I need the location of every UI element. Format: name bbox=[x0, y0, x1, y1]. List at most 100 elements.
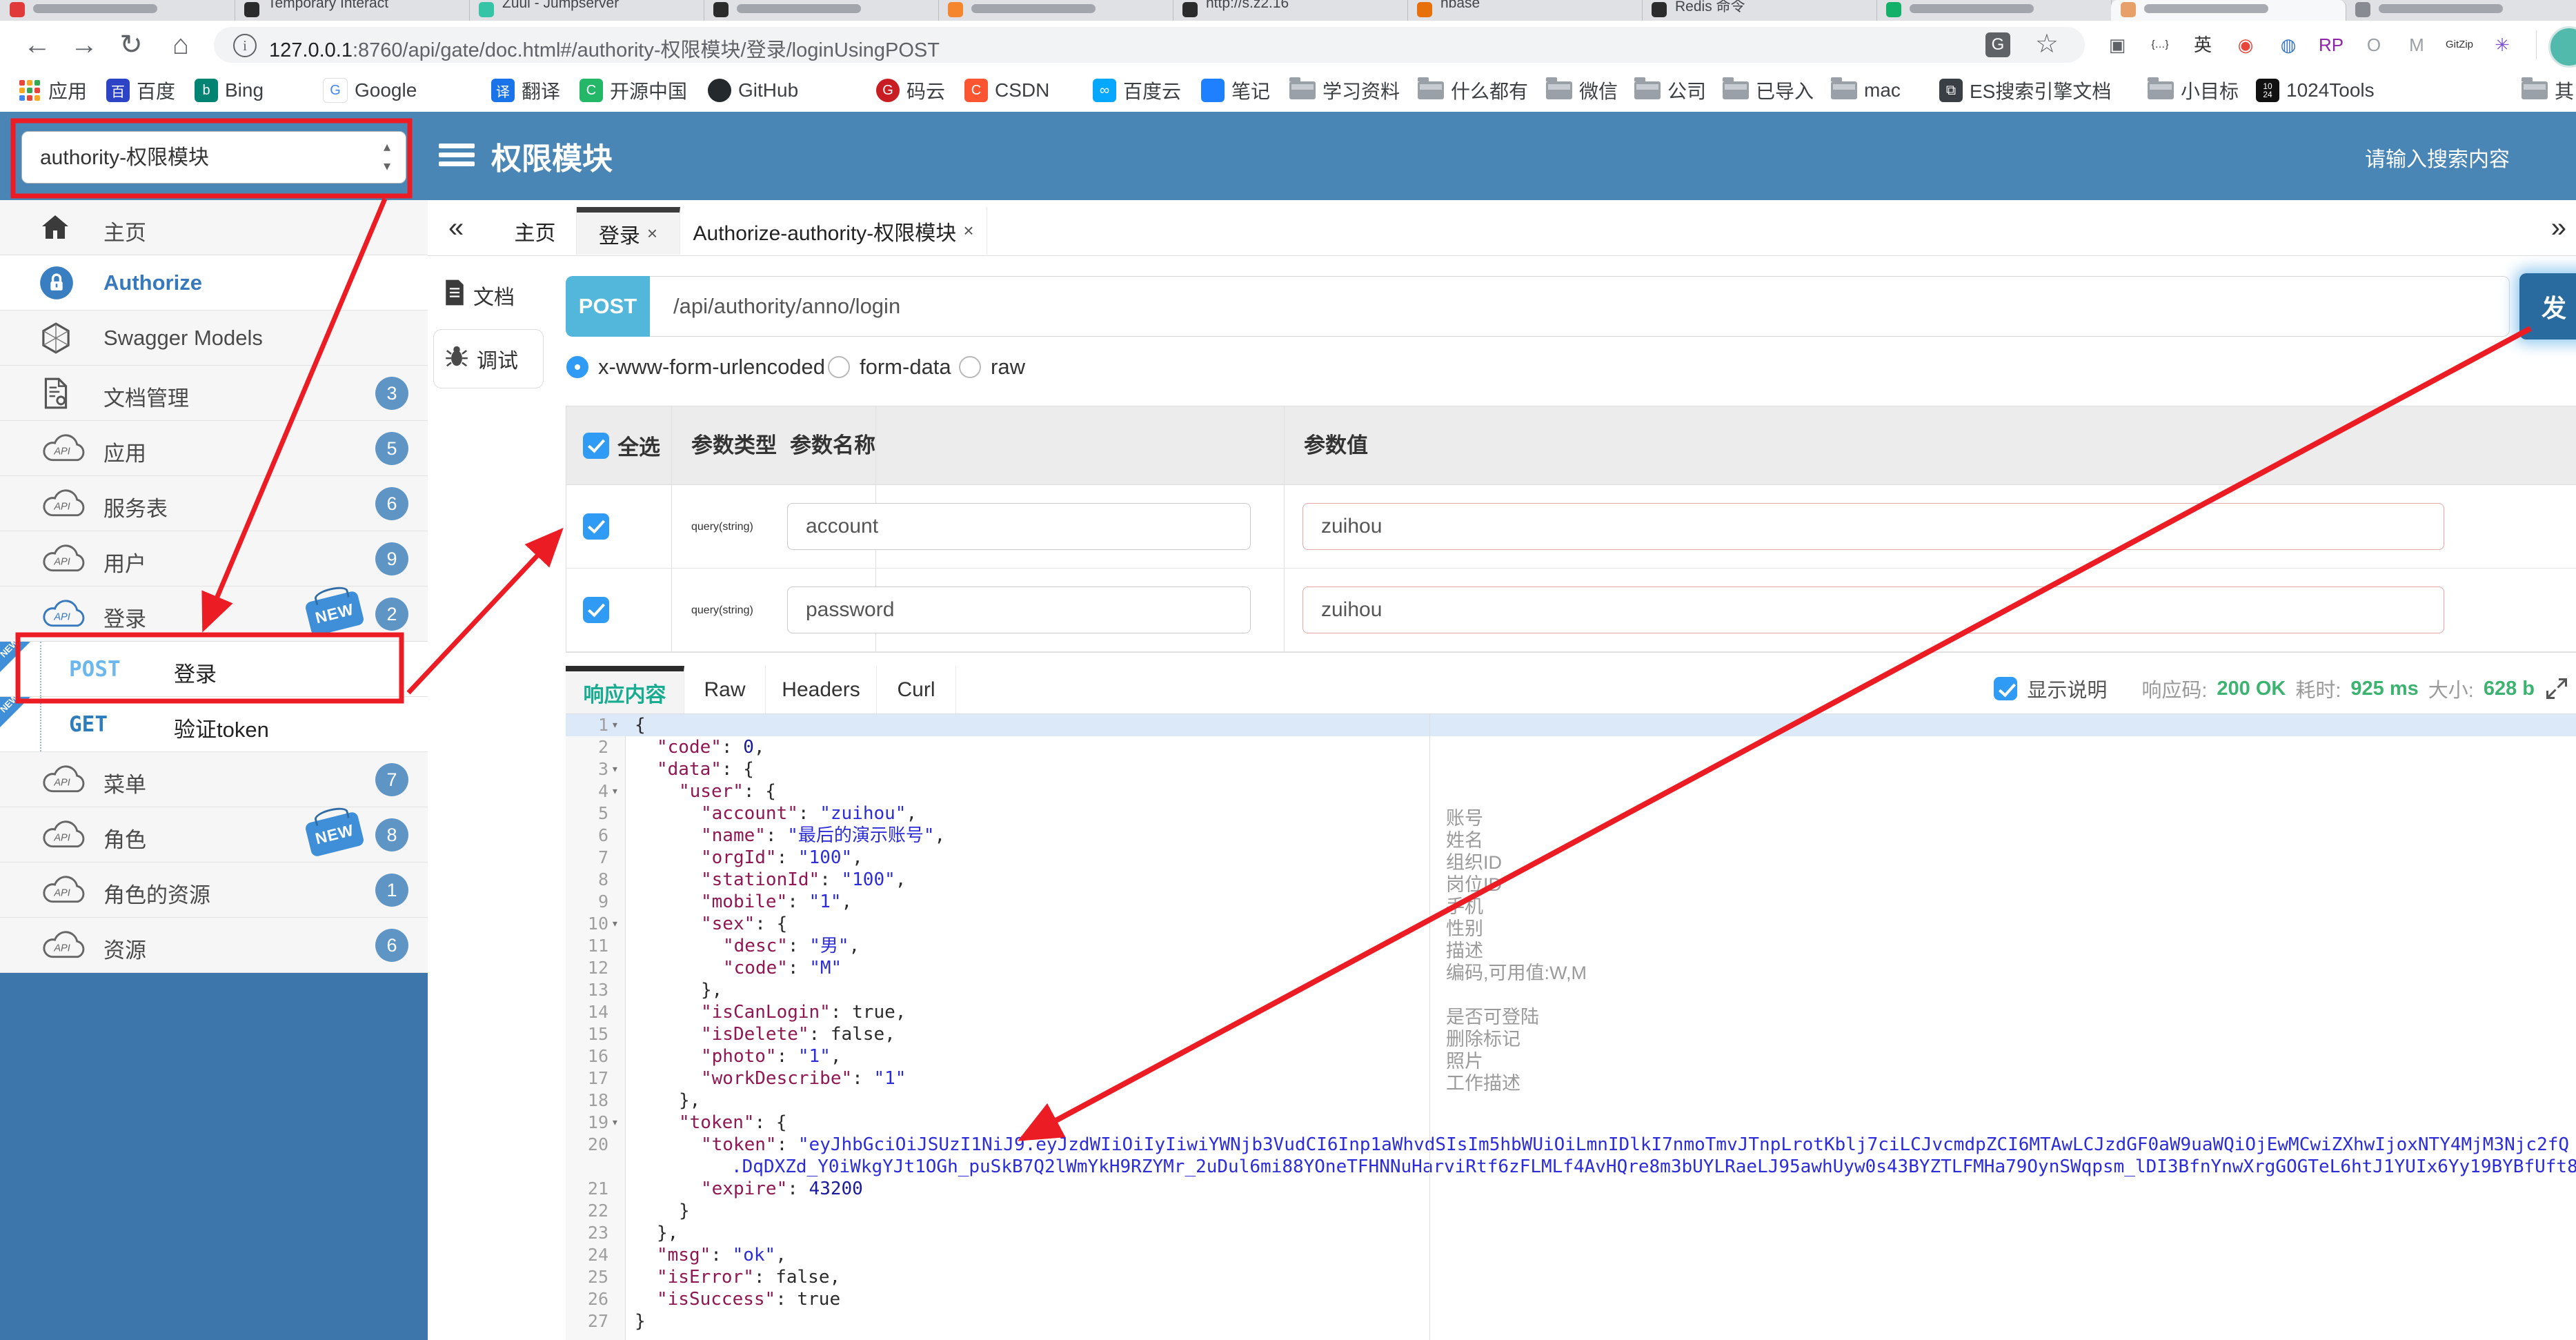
close-icon[interactable]: × bbox=[963, 220, 973, 242]
bookmark-item[interactable]: C 开源中国 bbox=[579, 76, 687, 105]
extension-icon[interactable]: ✳ bbox=[2486, 30, 2518, 59]
sidebar-item[interactable]: API 用户 9 bbox=[0, 531, 428, 587]
send-button[interactable]: 发 bbox=[2519, 273, 2576, 339]
param-value-input[interactable] bbox=[1302, 503, 2444, 550]
extension-icon[interactable]: {…} bbox=[2144, 30, 2176, 59]
header-search-placeholder[interactable]: 请输入搜索内容 bbox=[2365, 142, 2510, 173]
radio-icon[interactable] bbox=[828, 356, 850, 378]
extension-icon[interactable]: O bbox=[2358, 30, 2390, 59]
content-type-option[interactable]: raw bbox=[959, 355, 1025, 380]
show-desc-checkbox[interactable] bbox=[1994, 677, 2018, 700]
bookmark-item[interactable]: 百百度 bbox=[106, 76, 175, 105]
sidebar-item[interactable]: Authorize bbox=[0, 255, 428, 311]
bookmark-item[interactable]: ⧉ ES搜索引擎文档 bbox=[1939, 76, 2111, 105]
bookmark-item[interactable]: 微信 bbox=[1546, 76, 1618, 105]
sidebar-item[interactable]: API 应用 5 bbox=[0, 421, 428, 476]
bookmark-item[interactable]: 应用 bbox=[18, 76, 87, 105]
bookmark-item[interactable]: 已导入 bbox=[1723, 76, 1814, 105]
browser-tab[interactable] bbox=[2111, 0, 2346, 21]
radio-icon[interactable] bbox=[566, 356, 588, 378]
extension-icon[interactable]: GitZip bbox=[2444, 30, 2475, 59]
response-tab[interactable]: Raw bbox=[684, 666, 766, 713]
extension-icon[interactable]: RP bbox=[2315, 30, 2347, 59]
browser-tab[interactable]: hbase bbox=[1407, 0, 1643, 21]
fold-arrow-icon[interactable]: ▾ bbox=[611, 913, 619, 935]
fullscreen-icon[interactable] bbox=[2544, 676, 2569, 701]
sidebar-item[interactable]: API 登录 NEW 2 bbox=[0, 587, 428, 642]
browser-tab[interactable] bbox=[2346, 0, 2576, 21]
content-type-option[interactable]: form-data bbox=[828, 355, 951, 380]
doc-rail-tab-debug[interactable]: 调试 bbox=[433, 329, 544, 388]
browser-tab[interactable] bbox=[938, 0, 1173, 21]
param-name-input[interactable] bbox=[787, 587, 1251, 633]
extension-icon[interactable]: ◍ bbox=[2272, 30, 2304, 59]
browser-tab[interactable]: Temporary Interact bbox=[235, 0, 470, 21]
sidebar-item[interactable]: API 菜单 7 bbox=[0, 752, 428, 807]
sidebar-endpoint-post[interactable]: NEW POST 登录 bbox=[0, 637, 428, 697]
param-value-input[interactable] bbox=[1302, 587, 2444, 633]
radio-icon[interactable] bbox=[959, 356, 981, 378]
browser-tab[interactable]: http://s.z2.16 bbox=[1173, 0, 1408, 21]
fold-arrow-icon[interactable]: ▾ bbox=[611, 714, 619, 736]
sidebar-item[interactable]: API 角色的资源 1 bbox=[0, 863, 428, 918]
browser-tab[interactable]: Zuul - Jumpserver bbox=[469, 0, 704, 21]
site-info-icon[interactable]: i bbox=[233, 34, 257, 57]
sidebar-item[interactable]: API 资源 6 bbox=[0, 918, 428, 973]
back-button[interactable]: ← bbox=[19, 28, 55, 62]
bookmark-item[interactable]: ∞ 百度云 bbox=[1093, 76, 1181, 105]
translate-page-icon[interactable]: G bbox=[1985, 32, 2010, 57]
url-bar[interactable]: i 127.0.0.1:8760/api/gate/doc.html#/auth… bbox=[214, 27, 2085, 63]
module-select[interactable]: authority-权限模块 ▴ ▾ bbox=[21, 131, 406, 184]
home-button[interactable]: ⌂ bbox=[163, 28, 199, 62]
tab-overflow-button[interactable]: » bbox=[2551, 213, 2566, 244]
sidebar-item[interactable]: 主页 bbox=[0, 200, 428, 255]
param-checkbox[interactable] bbox=[583, 597, 609, 623]
bookmark-star-icon[interactable]: ☆ bbox=[2035, 28, 2059, 59]
browser-tab[interactable] bbox=[0, 0, 235, 21]
bookmark-item[interactable]: G Google bbox=[323, 76, 417, 105]
bookmark-item[interactable]: b Bing bbox=[195, 76, 264, 105]
response-tab[interactable]: Curl bbox=[877, 666, 956, 713]
bookmark-item[interactable]: 小目标 bbox=[2148, 76, 2239, 105]
bookmark-overflow[interactable]: 其 bbox=[2521, 76, 2574, 105]
sidebar-item[interactable]: 文档管理 3 bbox=[0, 366, 428, 421]
content-tab[interactable]: 登录 × bbox=[577, 207, 680, 255]
bookmark-item[interactable]: 公司 bbox=[1634, 76, 1706, 105]
browser-tab[interactable] bbox=[1876, 0, 2112, 21]
close-icon[interactable]: × bbox=[647, 223, 657, 244]
doc-rail-tab-doc[interactable]: 文档 bbox=[433, 266, 544, 325]
bookmark-item[interactable]: 学习资料 bbox=[1289, 76, 1400, 105]
extension-icon[interactable]: ◉ bbox=[2230, 30, 2261, 59]
bookmark-item[interactable]: 笔记 bbox=[1201, 76, 1270, 105]
bookmark-item[interactable]: 译翻译 bbox=[491, 76, 560, 105]
extension-icon[interactable]: ▣ bbox=[2101, 30, 2133, 59]
forward-button[interactable]: → bbox=[66, 28, 102, 62]
extension-icon[interactable]: 英 bbox=[2187, 30, 2219, 59]
fold-arrow-icon[interactable]: ▾ bbox=[611, 758, 619, 780]
content-tab[interactable]: Authorize-authority-权限模块 × bbox=[680, 207, 987, 255]
response-tab[interactable]: 响应内容 bbox=[566, 666, 684, 713]
reload-button[interactable]: ↻ bbox=[113, 28, 149, 62]
bookmark-item[interactable]: 什么都有 bbox=[1418, 76, 1528, 105]
collapse-sidebar-button[interactable]: « bbox=[448, 213, 464, 244]
browser-tab[interactable] bbox=[704, 0, 939, 21]
menu-icon[interactable] bbox=[439, 139, 475, 171]
avatar[interactable] bbox=[2548, 26, 2576, 68]
content-tab[interactable]: 主页 bbox=[494, 207, 577, 255]
sidebar-item[interactable]: API 角色 NEW 8 bbox=[0, 807, 428, 863]
sidebar-item[interactable]: Swagger Models bbox=[0, 311, 428, 366]
param-name-input[interactable] bbox=[787, 503, 1251, 550]
fold-arrow-icon[interactable]: ▾ bbox=[611, 1112, 619, 1134]
sidebar-endpoint-get[interactable]: NEW GET 验证token bbox=[0, 692, 428, 752]
response-tab[interactable]: Headers bbox=[766, 666, 877, 713]
sidebar-item[interactable]: API 服务表 6 bbox=[0, 476, 428, 531]
bookmark-item[interactable]: G 码云 bbox=[876, 76, 945, 105]
bookmark-item[interactable]: C CSDN bbox=[964, 76, 1049, 105]
bookmark-item[interactable]: mac bbox=[1831, 76, 1901, 105]
content-type-option[interactable]: x-www-form-urlencoded bbox=[566, 355, 825, 380]
bookmark-item[interactable]: 10 24 1024Tools bbox=[2256, 76, 2375, 105]
browser-tab[interactable]: Redis 命令 bbox=[1642, 0, 1877, 21]
extension-icon[interactable]: M bbox=[2401, 30, 2433, 59]
bookmark-item[interactable]: GitHub bbox=[708, 76, 798, 105]
param-checkbox[interactable] bbox=[583, 513, 609, 540]
